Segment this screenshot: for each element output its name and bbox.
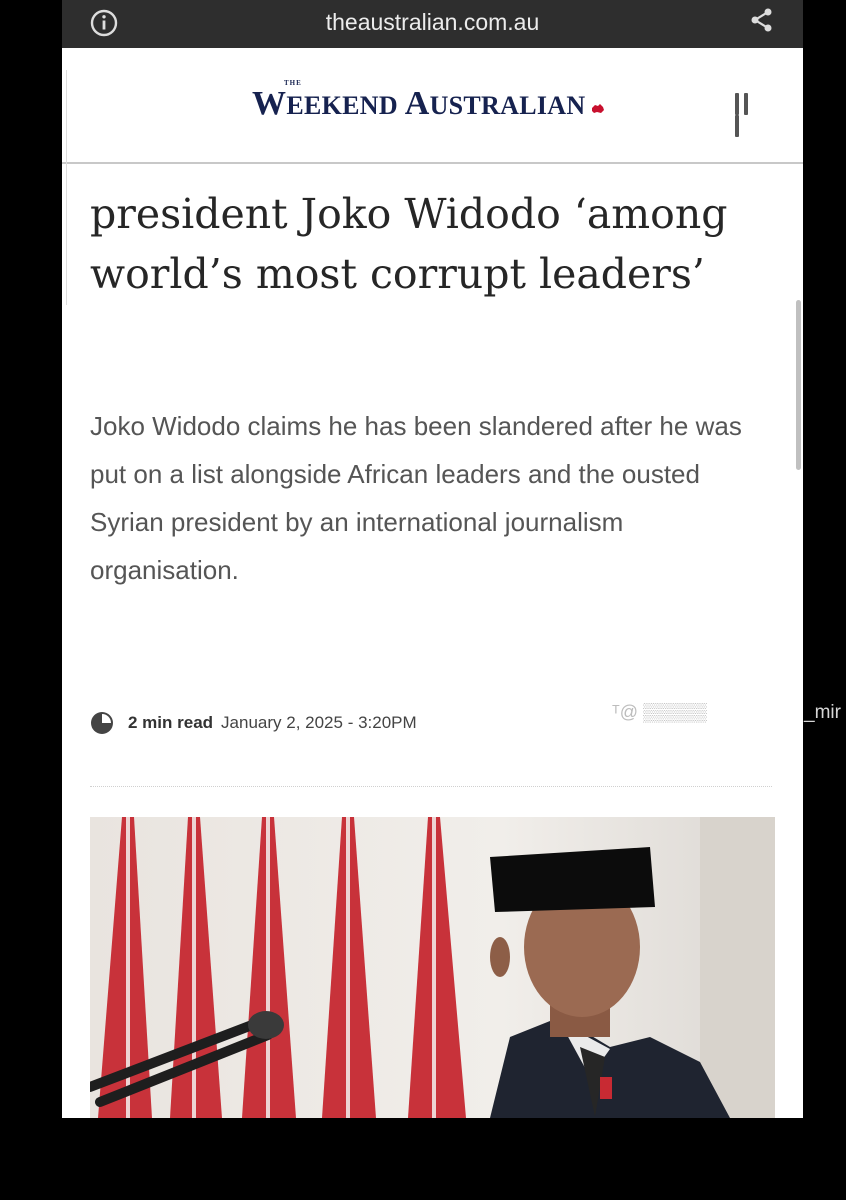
publish-date: January 2, 2025 - 3:20PM <box>221 713 417 732</box>
article-photo <box>90 817 775 1118</box>
watermark-handle: ᵀ@ ▒▒▒▒▒ <box>612 702 707 722</box>
side-edge <box>62 70 67 305</box>
url-text[interactable]: theaustralian.com.au <box>62 9 803 36</box>
scrollbar[interactable] <box>796 300 801 470</box>
read-time: 2 min read <box>128 713 214 732</box>
phone-screen: theaustralian.com.au THE WEEKEND AUSTRALI… <box>62 0 803 1118</box>
logo-the: THE <box>284 79 302 87</box>
clock-icon <box>91 712 113 734</box>
divider <box>90 786 772 787</box>
hamburger-menu-icon[interactable] <box>735 93 759 137</box>
australia-map-icon <box>592 104 605 113</box>
browser-url-bar[interactable]: theaustralian.com.au <box>62 0 803 48</box>
watermark-text: _mir <box>804 702 841 723</box>
share-icon[interactable] <box>748 6 776 34</box>
article-standfirst: Joko Widodo claims he has been slandered… <box>90 411 742 585</box>
article-headline: president Joko Widodo ‘among world’s mos… <box>90 190 728 298</box>
article-meta: 2 min read January 2, 2025 - 3:20PM <box>90 706 417 740</box>
site-header: THE WEEKEND AUSTRALIAN <box>62 48 803 164</box>
site-logo[interactable]: THE WEEKEND AUSTRALIAN <box>252 79 605 123</box>
